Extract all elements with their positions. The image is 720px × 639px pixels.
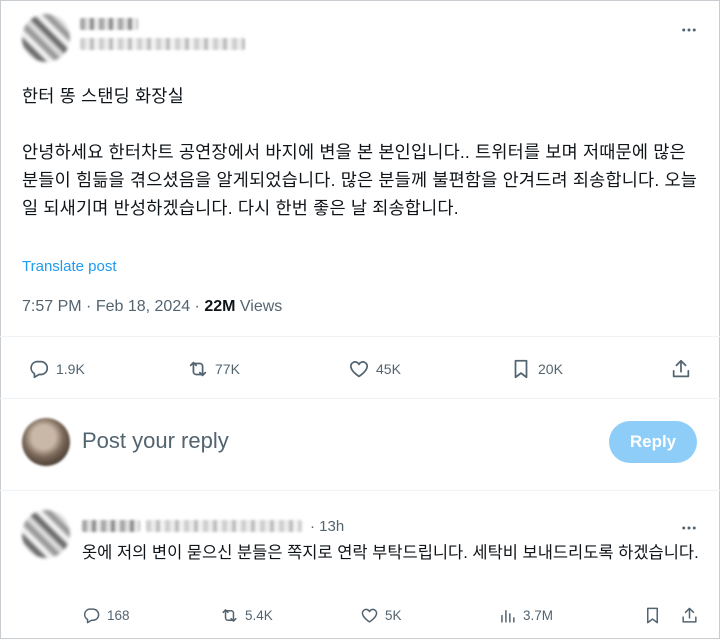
author-handle[interactable] [80,38,245,50]
reply-like-action[interactable]: 5K [360,606,402,625]
views-count: 22M [204,298,236,315]
post-body: 안녕하세요 한터차트 공연장에서 바지에 변을 본 본인입니다.. 트위터를 보… [22,142,698,218]
repost-icon [189,361,207,377]
bookmark-icon [646,607,659,624]
like-icon [349,361,369,378]
reply-time-value: 13h [319,518,345,535]
repost-count: 77K [215,361,240,377]
post-meta: 7:57 PM · Feb 18, 2024 · 22M Views [22,298,283,315]
more-options-button[interactable] [676,20,702,40]
divider [0,336,720,337]
reply-action[interactable]: 1.9K [28,358,85,380]
reply-author-avatar[interactable] [22,510,70,558]
like-action[interactable]: 45K [348,358,401,380]
reply-repost-action[interactable]: 5.4K [220,606,273,625]
reply-views-count: 3.7M [523,608,554,623]
repost-action[interactable]: 77K [187,358,240,380]
reply-repost-count: 5.4K [245,608,273,623]
reply-views-action[interactable]: 3.7M [498,606,553,625]
more-icon [682,526,696,530]
divider [0,490,720,491]
author-avatar[interactable] [22,14,70,62]
post-title: 한터 똥 스탠딩 화장실 [22,86,184,106]
post-date[interactable]: Feb 18, 2024 [96,298,190,315]
repost-icon [222,609,237,622]
like-icon [361,608,378,623]
reply-author-name[interactable] [82,520,140,532]
reply-count: 1.9K [56,361,85,377]
reply-button[interactable]: Reply [609,421,697,463]
views-label: Views [239,298,283,315]
bookmark-icon [514,359,528,379]
translate-post-link[interactable]: Translate post [22,258,117,275]
reply-reply-count: 168 [107,608,130,623]
divider [0,398,720,399]
reply-share-action[interactable] [680,606,699,625]
bookmark-count: 20K [538,361,563,377]
like-count: 45K [376,361,401,377]
more-icon [682,28,696,32]
reply-icon [83,608,100,624]
reply-icon [30,360,49,379]
author-display-name[interactable] [80,18,138,30]
share-action[interactable] [670,358,692,380]
reply-more-options-button[interactable] [676,518,702,538]
post-time[interactable]: 7:57 PM [22,298,82,315]
reply-author-handle[interactable] [146,520,302,532]
reply-reply-action[interactable]: 168 [82,606,130,625]
bookmark-action[interactable]: 20K [510,358,563,380]
reply-text: 옷에 저의 변이 묻으신 분들은 쪽지로 연락 부탁드립니다. 세탁비 보내드리… [82,544,699,562]
share-icon [682,607,697,623]
current-user-avatar[interactable] [22,418,70,466]
views-icon [501,609,515,623]
reply-input[interactable]: Post your reply [82,428,229,454]
reply-like-count: 5K [385,608,402,623]
reply-bookmark-action[interactable] [643,606,662,625]
reply-time[interactable]: · 13h [310,518,344,535]
share-icon [672,359,690,378]
